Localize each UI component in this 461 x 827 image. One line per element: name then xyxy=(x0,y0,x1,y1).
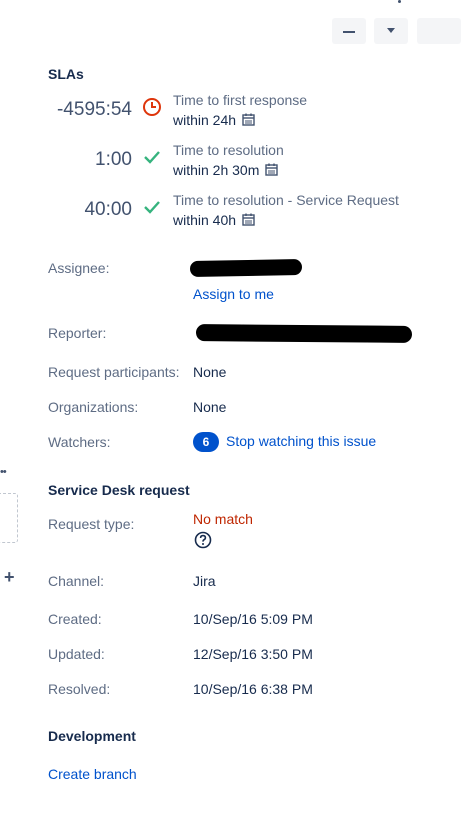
gutter-dashed-box xyxy=(0,493,18,543)
request-type-label: Request type: xyxy=(48,516,135,532)
download-icon xyxy=(387,28,395,33)
assign-to-me-link[interactable]: Assign to me xyxy=(193,286,274,302)
organizations-label: Organizations: xyxy=(48,399,139,415)
participants-label: Request participants: xyxy=(48,364,180,380)
calendar-icon[interactable] xyxy=(242,113,255,126)
assignee-redacted xyxy=(189,259,303,277)
request-type-value[interactable]: No match xyxy=(193,511,253,527)
sla-time: -4595:54 xyxy=(56,99,132,120)
created-value: 10/Sep/16 5:09 PM xyxy=(193,611,313,627)
sla-goal: within 24h xyxy=(173,112,255,128)
resolved-label: Resolved: xyxy=(48,681,111,697)
organizations-value[interactable]: None xyxy=(193,399,226,415)
reporter-redacted xyxy=(195,324,413,343)
resolved-value: 10/Sep/16 6:38 PM xyxy=(193,681,313,697)
stop-watching-link[interactable]: Stop watching this issue xyxy=(226,433,376,449)
sla-time: 1:00 xyxy=(95,149,132,170)
sla-time: 40:00 xyxy=(84,199,132,220)
development-heading: Development xyxy=(48,728,136,744)
question-circle-icon[interactable] xyxy=(194,531,212,549)
gutter-ellipsis[interactable]: •• xyxy=(0,466,7,478)
calendar-icon[interactable] xyxy=(242,213,255,226)
participants-value[interactable]: None xyxy=(193,364,226,380)
top-dot xyxy=(398,0,401,3)
gutter-plus-icon[interactable]: + xyxy=(4,567,15,588)
more-button[interactable] xyxy=(417,18,461,44)
create-branch-link[interactable]: Create branch xyxy=(48,766,137,782)
channel-label: Channel: xyxy=(48,573,105,589)
checkmark-met-icon xyxy=(144,201,160,214)
sla-name: Time to resolution xyxy=(173,142,284,158)
sla-name: Time to resolution - Service Request xyxy=(173,192,399,208)
checkmark-met-icon xyxy=(144,151,160,164)
created-label: Created: xyxy=(48,611,102,627)
download-button[interactable] xyxy=(374,18,408,44)
assignee-label: Assignee: xyxy=(48,260,110,276)
sla-goal: within 40h xyxy=(173,212,255,228)
reporter-label: Reporter: xyxy=(48,325,107,341)
watchers-label: Watchers: xyxy=(48,434,111,450)
sla-goal: within 2h 30m xyxy=(173,162,279,178)
updated-value: 12/Sep/16 3:50 PM xyxy=(193,646,313,662)
minimize-button[interactable] xyxy=(332,18,366,44)
watchers-control: 6 Stop watching this issue xyxy=(193,432,376,452)
watchers-count-badge[interactable]: 6 xyxy=(193,432,219,452)
calendar-icon[interactable] xyxy=(265,163,279,176)
minimize-icon xyxy=(343,31,355,33)
channel-value: Jira xyxy=(193,573,216,589)
clock-breached-icon xyxy=(143,98,161,116)
sla-name: Time to first response xyxy=(173,92,308,108)
slas-heading: SLAs xyxy=(48,66,84,82)
updated-label: Updated: xyxy=(48,646,105,662)
service-desk-heading: Service Desk request xyxy=(48,482,190,498)
